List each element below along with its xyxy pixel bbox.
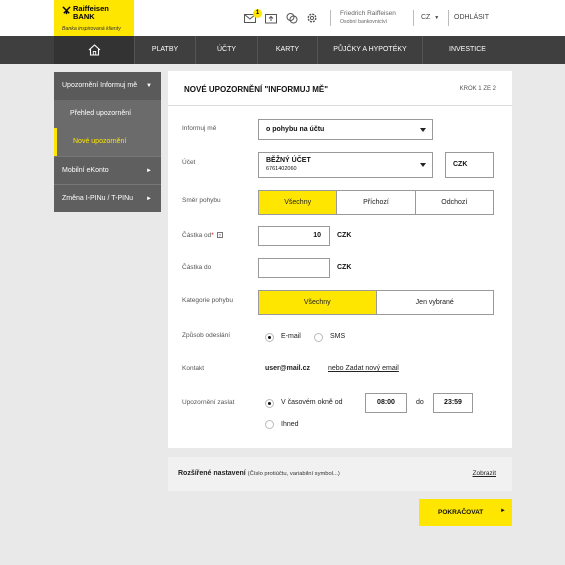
kontakt-value: user@mail.cz: [265, 365, 310, 372]
nav-item-karty[interactable]: KARTY: [257, 36, 317, 64]
show-advanced-link[interactable]: Zobrazit: [473, 470, 496, 477]
nav-item-pujcky[interactable]: PŮJČKY A HYPOTÉKY: [317, 36, 422, 64]
informuj-select[interactable]: o pohybu na účtu: [258, 119, 433, 140]
nav-item-platby[interactable]: PLATBY: [134, 36, 195, 64]
nav-item-investice[interactable]: INVESTICE: [422, 36, 512, 64]
radio-immediately-label: Ihned: [281, 421, 299, 428]
radio-time-window-label: V časovém okně od: [281, 399, 343, 406]
header-divider: [448, 10, 449, 26]
radio-time-window[interactable]: [265, 399, 274, 408]
radio-immediately[interactable]: [265, 420, 274, 429]
main-navigation: PLATBY ÚČTY KARTY PŮJČKY A HYPOTÉKY INVE…: [0, 36, 565, 64]
smer-option-vsechny[interactable]: Všechny: [259, 191, 337, 214]
sidebar-item-label: Změna I-PINu / T-PINu: [62, 195, 134, 202]
sidebar-item-prehled[interactable]: Přehled upozornění: [54, 100, 161, 128]
user-role: Osobní bankovnictví: [340, 19, 388, 25]
exchange-icon[interactable]: [286, 12, 298, 24]
language-switcher[interactable]: CZ ▼: [421, 14, 439, 21]
step-indicator: KROK 1 ZE 2: [459, 86, 496, 92]
ucet-select[interactable]: BĚŽNÝ ÚČET 6761402060: [258, 152, 433, 178]
logout-link[interactable]: ODHLÁSIT: [454, 14, 489, 21]
continue-button-label: POKRAČOVAT: [438, 509, 484, 516]
sidebar-item-label: Nové upozornění: [73, 138, 127, 145]
brand-name: Raiffeisen BANK: [73, 4, 109, 21]
advanced-settings-bar: Rozšířené nastavení (Číslo protiúčtu, va…: [168, 457, 512, 491]
smer-option-prichozi[interactable]: Příchozí: [336, 191, 415, 214]
sidebar-item-upozorneni[interactable]: Upozornění Informuj mě ▼: [54, 72, 161, 100]
sidebar-item-zmena-pin[interactable]: Změna I-PINu / T-PINu ►: [54, 184, 161, 212]
caret-down-icon: [420, 127, 426, 132]
sidebar-item-label: Přehled upozornění: [70, 110, 132, 117]
radio-sms[interactable]: [314, 333, 323, 342]
informuj-value: o pohybu na účtu: [266, 126, 325, 133]
nav-item-ucty[interactable]: ÚČTY: [195, 36, 257, 64]
zpusob-label: Způsob odeslání: [182, 332, 231, 339]
nav-home[interactable]: [54, 36, 134, 64]
user-info[interactable]: Friedrich Raiffeisen Osobní bankovnictví: [340, 10, 396, 25]
kategorie-option-jen-vybrane[interactable]: Jen vybrané: [375, 291, 493, 314]
help-icon[interactable]: ?: [216, 232, 223, 238]
ucet-label: Účet: [182, 159, 196, 166]
radio-email[interactable]: [265, 333, 274, 342]
chevron-right-icon: ►: [146, 168, 152, 174]
smer-option-odchozi[interactable]: Odchozí: [414, 191, 493, 214]
smer-segmented: Všechny Příchozí Odchozí: [258, 190, 494, 215]
informuj-label: Informuj mě: [182, 125, 217, 132]
kategorie-label: Kategorie pohybu: [182, 297, 233, 304]
inbox-upload-icon[interactable]: [265, 12, 277, 24]
castka-od-currency: CZK: [337, 232, 352, 239]
zaslat-label: Upozornění zaslat: [182, 399, 235, 406]
radio-sms-label: SMS: [330, 333, 346, 340]
divider: [168, 105, 512, 106]
kontakt-label: Kontakt: [182, 365, 205, 372]
continue-button[interactable]: POKRAČOVAT ►: [419, 499, 512, 526]
ucet-currency: CZK: [453, 161, 468, 168]
ucet-currency-box: CZK: [445, 152, 494, 178]
time-to-input[interactable]: 23:59: [433, 393, 473, 413]
gear-icon[interactable]: [306, 12, 318, 24]
castka-od-label: Částka od*?: [182, 232, 223, 239]
new-email-link[interactable]: nebo Zadat nový email: [328, 365, 399, 372]
alert-form-panel: NOVÉ UPOZORNĚNÍ "INFORMUJ MĚ" KROK 1 ZE …: [168, 71, 512, 448]
sidebar-item-nove[interactable]: Nové upozornění: [54, 128, 161, 156]
castka-od-input[interactable]: 10: [258, 226, 330, 246]
chevron-down-icon: ▼: [434, 15, 440, 21]
smer-label: Směr pohybu: [182, 197, 221, 204]
raiffeisen-gable-icon: [62, 6, 71, 15]
radio-email-label: E-mail: [281, 333, 301, 340]
chevron-right-icon: ►: [146, 196, 152, 202]
required-asterisk: *: [211, 232, 214, 239]
advanced-settings-hint: (Číslo protiúčtu, variabilní symbol...): [247, 471, 340, 477]
raiffeisen-logo[interactable]: Raiffeisen BANK Banka inspirovaná klient…: [54, 0, 134, 36]
header-divider: [330, 10, 331, 26]
ucet-number: 6761402060: [266, 166, 297, 172]
language-value: CZ: [421, 14, 431, 21]
brand-tagline: Banka inspirovaná klienty: [62, 26, 121, 32]
kategorie-option-vsechny[interactable]: Všechny: [259, 291, 376, 314]
sidebar-item-label: Upozornění Informuj mě: [62, 82, 138, 89]
time-to-label: do: [416, 399, 424, 406]
kategorie-segmented: Všechny Jen vybrané: [258, 290, 494, 315]
time-from-input[interactable]: 08:00: [365, 393, 407, 413]
page-title: NOVÉ UPOZORNĚNÍ "INFORMUJ MĚ": [184, 85, 329, 94]
notification-badge: 1: [253, 9, 262, 18]
header-divider: [413, 10, 414, 26]
home-icon: [88, 44, 101, 56]
ucet-name: BĚŽNÝ ÚČET: [266, 157, 311, 164]
sidebar-item-label: Mobilní eKonto: [62, 167, 109, 174]
advanced-settings-title: Rozšířené nastavení (Číslo protiúčtu, va…: [178, 470, 340, 477]
sidebar-item-mobilni-ekonto[interactable]: Mobilní eKonto ►: [54, 156, 161, 184]
chevron-right-icon: ►: [500, 508, 506, 514]
castka-do-currency: CZK: [337, 264, 352, 271]
user-name: Friedrich Raiffeisen: [340, 10, 396, 17]
castka-do-label: Částka do: [182, 264, 212, 271]
chevron-down-icon: ▼: [146, 83, 152, 89]
castka-do-input[interactable]: [258, 258, 330, 278]
caret-down-icon: [420, 163, 426, 167]
top-header: Raiffeisen BANK Banka inspirovaná klient…: [0, 0, 565, 36]
